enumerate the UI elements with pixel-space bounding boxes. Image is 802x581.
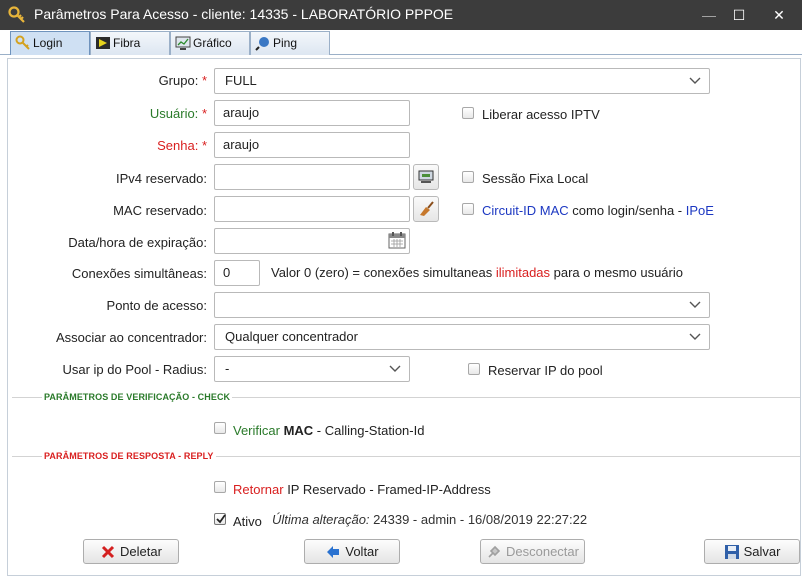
tab-fibra-label: Fibra <box>113 36 141 50</box>
voltar-button[interactable]: Voltar <box>304 539 400 564</box>
ativo-checkbox[interactable] <box>214 513 226 525</box>
chevron-down-icon <box>389 365 401 372</box>
grupo-label: Grupo: * <box>158 73 207 88</box>
concentrador-select[interactable]: Qualquer concentrador <box>214 324 710 350</box>
verificar-mac-label: Verificar MAC - Calling-Station-Id <box>233 423 425 438</box>
close-button[interactable]: ✕ <box>756 0 802 30</box>
pool-value: - <box>225 361 230 376</box>
fiber-icon <box>96 37 110 49</box>
window-title: Parâmetros Para Acesso - cliente: 14335 … <box>34 6 454 22</box>
chevron-down-icon <box>689 301 701 308</box>
broom-icon <box>420 201 434 216</box>
ultima-alteracao-value: 24339 - admin - 16/08/2019 22:27:22 <box>369 512 588 527</box>
concentrador-value: Qualquer concentrador <box>225 329 358 344</box>
grupo-select[interactable]: FULL <box>214 68 710 94</box>
section-verificacao-title: PARÂMETROS DE VERIFICAÇÃO - CHECK <box>42 392 233 402</box>
chevron-down-icon <box>689 77 701 84</box>
ponto-label: Ponto de acesso: <box>106 298 207 313</box>
tab-login-label: Login <box>33 36 63 50</box>
verificar-mac-checkbox[interactable] <box>214 422 226 434</box>
checkmark-icon <box>216 514 226 524</box>
salvar-button[interactable]: Salvar <box>704 539 800 564</box>
ponto-select[interactable] <box>214 292 710 318</box>
liberar-iptv-label: Liberar acesso IPTV <box>482 107 600 122</box>
concentrador-label: Associar ao concentrador: <box>55 330 207 345</box>
tab-fibra[interactable]: Fibra <box>90 31 170 55</box>
ultima-alteracao-label: Última alteração: <box>272 512 370 527</box>
pool-label: Usar ip do Pool - Radius: <box>62 362 207 377</box>
pool-select[interactable]: - <box>214 356 410 382</box>
monitor-chart-icon <box>175 36 191 50</box>
mac-input[interactable] <box>214 196 410 222</box>
retornar-ip-checkbox[interactable] <box>214 481 226 493</box>
plug-icon <box>488 545 501 558</box>
conexoes-input[interactable]: 0 <box>214 260 260 286</box>
ultima-alteracao: Última alteração: 24339 - admin - 16/08/… <box>272 512 587 527</box>
delete-x-icon <box>101 545 115 558</box>
grupo-value: FULL <box>225 73 257 88</box>
key-icon <box>15 35 30 50</box>
desconectar-button[interactable]: Desconectar <box>480 539 585 564</box>
key-app-icon <box>8 6 25 23</box>
circuit-id-label: Circuit-ID MAC como login/senha - IPoE <box>482 203 714 218</box>
usuario-label: Usuário: * <box>149 106 207 121</box>
chevron-down-icon <box>689 333 701 340</box>
senha-input[interactable]: araujo <box>214 132 410 158</box>
usuario-input[interactable]: araujo <box>214 100 410 126</box>
reservar-ip-label: Reservar IP do pool <box>488 363 603 378</box>
calendar-icon[interactable] <box>388 231 406 249</box>
reservar-ip-checkbox[interactable] <box>468 363 480 375</box>
expiracao-input[interactable] <box>214 228 410 254</box>
expiracao-label: Data/hora de expiração: <box>68 235 207 250</box>
conexoes-label: Conexões simultâneas: <box>71 266 207 281</box>
section-resposta-title: PARÂMETROS DE RESPOSTA - REPLY <box>42 451 216 461</box>
sessao-fixa-label: Sessão Fixa Local <box>482 171 589 186</box>
tab-login[interactable]: Login <box>10 31 90 55</box>
ping-icon <box>255 37 269 51</box>
liberar-iptv-checkbox[interactable] <box>462 107 474 119</box>
window-titlebar: Parâmetros Para Acesso - cliente: 14335 … <box>0 0 802 30</box>
ipv4-input[interactable] <box>214 164 410 190</box>
network-computer-icon <box>418 170 434 183</box>
sessao-fixa-checkbox[interactable] <box>462 171 474 183</box>
tab-ping[interactable]: Ping <box>250 31 330 55</box>
circuit-id-checkbox[interactable] <box>462 203 474 215</box>
retornar-ip-label: Retornar IP Reservado - Framed-IP-Addres… <box>233 482 491 497</box>
conexoes-hint: Valor 0 (zero) = conexões simultaneas il… <box>271 265 683 280</box>
arrow-left-icon <box>327 545 340 558</box>
senha-label: Senha: * <box>157 138 207 153</box>
ativo-label: Ativo <box>233 514 262 529</box>
mac-clear-button[interactable] <box>413 196 439 222</box>
tab-ping-label: Ping <box>273 36 298 50</box>
tab-grafico[interactable]: Gráfico <box>170 31 250 55</box>
mac-label: MAC reservado: <box>113 203 207 218</box>
floppy-disk-icon <box>724 544 739 559</box>
tab-grafico-label: Gráfico <box>193 36 232 50</box>
ipv4-label: IPv4 reservado: <box>115 171 207 186</box>
deletar-button[interactable]: Deletar <box>83 539 179 564</box>
ipv4-lookup-button[interactable] <box>413 164 439 190</box>
